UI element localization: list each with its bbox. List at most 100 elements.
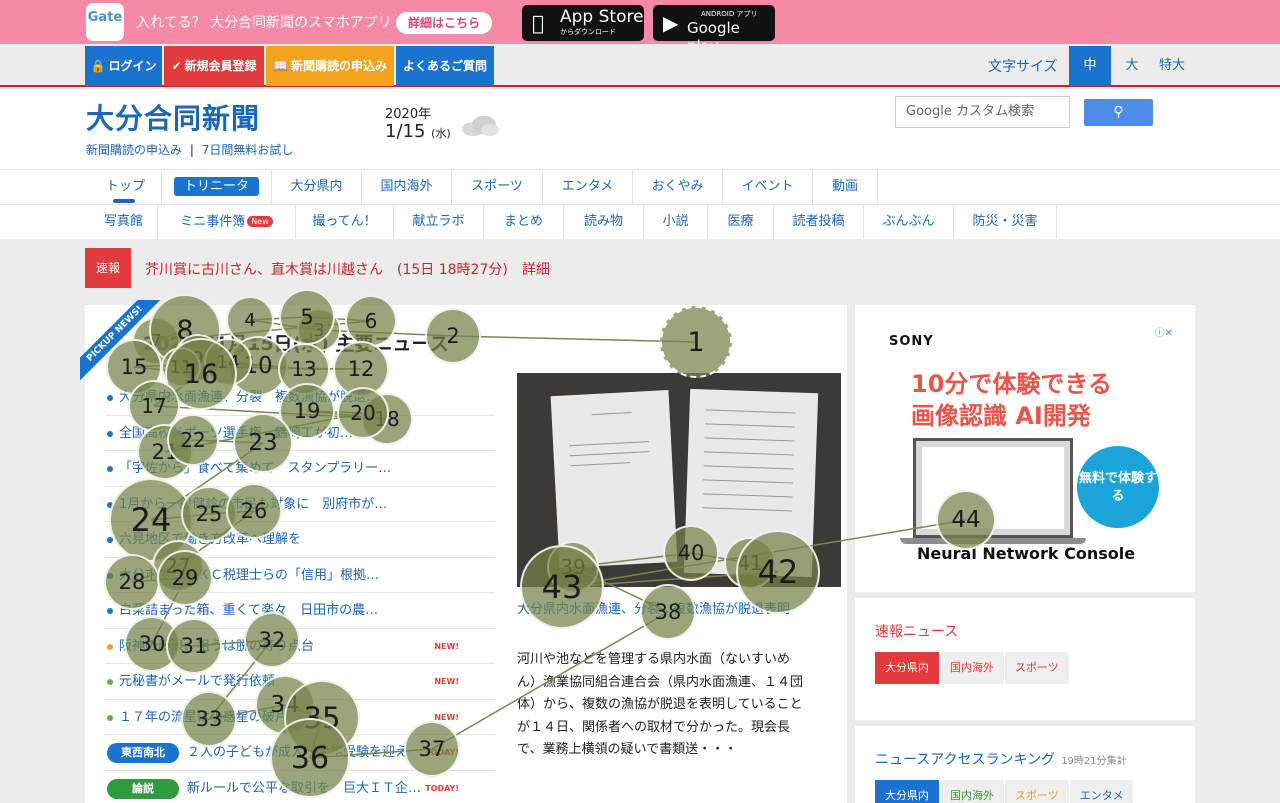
- advertisement: ⓘ✕ SONY 10分で体験できる 画像認識 AI開発 無料で体験する Neur…: [855, 305, 1195, 592]
- cat-reader-post[interactable]: 読者投稿: [774, 205, 864, 239]
- news-headline: 阪神の藤浪、狙うは脱の寿り点台: [119, 638, 315, 654]
- google-play-button[interactable]: ▶ ANDROID アプリ Google play: [653, 5, 775, 55]
- app-store-label: App Store: [560, 7, 644, 27]
- ad-cta-button[interactable]: 無料で体験する: [1077, 446, 1159, 528]
- app-banner: Gate 入れてる？ 大分合同新聞のスマホアプリ 詳細はこちら  App St…: [0, 0, 1280, 55]
- cat-domestic[interactable]: 国内海外: [362, 170, 452, 204]
- news-list-item[interactable]: 大分市で ＴＫＣ税理士らの「信用」根拠…: [105, 558, 495, 593]
- ad-headline-2: 画像認識 AI開発: [911, 402, 1091, 430]
- cat-oita[interactable]: 大分県内: [272, 170, 362, 204]
- font-size-large[interactable]: 大: [1111, 46, 1153, 86]
- site-logo[interactable]: 大分合同新聞: [86, 97, 260, 137]
- cat-disaster[interactable]: 防災・災害: [954, 205, 1057, 239]
- news-list-item[interactable]: 1月から一般健診の市民も対象に 別府市が…: [105, 487, 495, 522]
- pickup-news-panel: PICKUP NEWS! 2020年1月15日(水) 主要ニュース 大分県内水面…: [80, 300, 847, 803]
- breaking-news-box-title: 速報ニュース: [875, 624, 959, 640]
- tab-domestic[interactable]: 国内海外: [940, 652, 1004, 684]
- cat-entame[interactable]: エンタメ: [543, 170, 633, 204]
- search-button[interactable]: ⚲: [1084, 99, 1153, 126]
- cat-sports[interactable]: スポーツ: [452, 170, 543, 204]
- breaking-news-box: 速報ニュース 大分県内 国内海外 スポーツ: [855, 598, 1195, 720]
- breaking-detail-link[interactable]: 詳細: [522, 262, 550, 278]
- cat-matome[interactable]: まとめ: [484, 205, 564, 239]
- search-input[interactable]: Google カスタム検索: [895, 96, 1070, 128]
- book-icon: 📖: [273, 59, 288, 73]
- news-list-item[interactable]: 全国高校スポーツ選手権 鶴崎工が初…: [105, 416, 495, 451]
- gate-app-logo[interactable]: Gate: [86, 3, 124, 41]
- subscribe-link[interactable]: 新聞購読の申込み: [86, 143, 182, 157]
- news-list-item[interactable]: 東西南北 ２人の子どもが成人・大学受験を迎え TODAY!: [105, 735, 495, 771]
- news-list-item[interactable]: 六見地区で働き方改革へ理解を: [105, 522, 495, 558]
- ranking-tab-oita[interactable]: 大分県内: [875, 780, 939, 803]
- font-size-xlarge[interactable]: 特大: [1151, 46, 1193, 86]
- news-headline: ２人の子どもが成人・大学受験を迎え: [187, 745, 409, 760]
- breaking-news-bar: 速報 芥川賞に古川さん、直木賞は川越さん (15日 18時27分) 詳細: [85, 248, 1195, 288]
- photo-description: 河川や池などを管理する県内水面（ないすいめん）漁業協同組合連合会（県内水面漁連、…: [517, 652, 804, 757]
- date-day: 1/15 (水): [385, 121, 451, 142]
- date-year: 2020年: [385, 107, 432, 122]
- free-trial-link[interactable]: 7日間無料お試し: [202, 143, 294, 157]
- site-header: 大分合同新聞 新聞購読の申込み | 7日間無料お試し 2020年 1/15 (水…: [0, 89, 1280, 169]
- tab-oita[interactable]: 大分県内: [875, 652, 939, 684]
- adchoices-icon[interactable]: ⓘ✕: [1155, 324, 1173, 339]
- news-photo[interactable]: [517, 373, 841, 587]
- news-headline: 大分市で ＴＫＣ税理士らの「信用」根拠…: [119, 567, 380, 583]
- news-list-item[interactable]: 「宇佐から」食べて集めて スタンプラリー…: [105, 451, 495, 487]
- breaking-headline[interactable]: 芥川賞に古川さん、直木賞は川越さん (15日 18時27分) 詳細: [145, 259, 550, 279]
- document-right: [683, 388, 819, 578]
- subscribe-button[interactable]: 📖 新聞購読の申込み: [266, 46, 394, 86]
- cat-medical[interactable]: 医療: [708, 205, 774, 239]
- ad-brand: SONY: [889, 334, 934, 349]
- app-detail-button[interactable]: 詳細はこちら: [396, 12, 493, 34]
- new-mark: NEW!: [434, 677, 459, 686]
- login-label: ログイン: [108, 59, 157, 73]
- cat-event[interactable]: イベント: [723, 170, 813, 204]
- top-nav: 🔒 ログイン ✔ 新規会員登録 📖 新聞購読の申込み よくあるご質問 文字サイズ 中 …: [0, 44, 1280, 87]
- photo-caption[interactable]: 大分県内水面漁連、分裂 複数漁協が脱退表明: [517, 599, 817, 621]
- cat-bunbun[interactable]: ぶんぶん: [864, 205, 954, 239]
- cat-video[interactable]: 動画: [813, 170, 878, 204]
- app-store-button[interactable]:  App Store からダウンロード: [522, 5, 644, 41]
- google-play-icon: ▶: [663, 11, 679, 35]
- date-value: 1/15: [385, 121, 426, 142]
- ranking-tab-domestic[interactable]: 国内海外: [940, 780, 1004, 803]
- cat-kondate[interactable]: 献立ラボ: [394, 205, 484, 239]
- news-list-item[interactable]: 元秘書がメールで発行依頼 NEW!: [105, 664, 495, 700]
- register-button[interactable]: ✔ 新規会員登録: [164, 46, 264, 86]
- google-play-sublabel: ANDROID アプリ: [701, 10, 758, 18]
- news-list-item[interactable]: 阪神の藤浪、狙うは脱の寿り点台 NEW!: [105, 629, 495, 664]
- login-button[interactable]: 🔒 ログイン: [85, 46, 162, 86]
- subscribe-label: 新聞購読の申込み: [290, 59, 387, 73]
- news-list-item[interactable]: １７年の流星は小惑星の破片 NEW!: [105, 700, 495, 735]
- ranking-tab-sports[interactable]: スポーツ: [1005, 780, 1069, 803]
- cat-photo[interactable]: 写真館: [90, 205, 158, 239]
- ranking-tab-entame[interactable]: エンタメ: [1069, 780, 1134, 803]
- new-badge: New: [247, 216, 273, 227]
- link-separator: |: [189, 143, 194, 157]
- document-left: [550, 390, 678, 568]
- cat-yomimono[interactable]: 読み物: [564, 205, 644, 239]
- font-size-medium[interactable]: 中: [1069, 46, 1111, 86]
- news-headline: 白菜詰まった箱、重くて楽々 日田市の農…: [119, 603, 379, 618]
- news-list-item[interactable]: 白菜詰まった箱、重くて楽々 日田市の農…: [105, 593, 495, 629]
- news-list-item[interactable]: 論説 新ルールで公平な取引を 巨大ＩＴ企… TODAY!: [105, 771, 495, 803]
- cat-novel[interactable]: 小説: [644, 205, 708, 239]
- category-nav-primary: トップ トリニータ 大分県内 国内海外 スポーツ エンタメ おくやみ イベント …: [0, 169, 1280, 204]
- cat-mini-incident[interactable]: ミニ事件簿 New: [158, 205, 296, 239]
- column-tag: 論説: [107, 778, 179, 799]
- ranking-title: ニュースアクセスランキング: [875, 752, 1056, 768]
- cat-okuyami[interactable]: おくやみ: [633, 170, 723, 204]
- news-list-item[interactable]: 大分県内水面漁連、分裂 複数漁協が脱退…: [105, 380, 495, 416]
- tab-sports[interactable]: スポーツ: [1005, 652, 1069, 684]
- news-headline: 全国高校スポーツ選手権 鶴崎工が初…: [119, 425, 353, 441]
- sony-ad-banner[interactable]: ⓘ✕ SONY 10分で体験できる 画像認識 AI開発 無料で体験する Neur…: [875, 324, 1175, 574]
- ranking-tabs: 大分県内 国内海外 スポーツ エンタメ: [875, 780, 1134, 803]
- news-headline: 新ルールで公平な取引を 巨大ＩＴ企…: [187, 780, 422, 796]
- ad-headline-1: 10分で体験できる: [911, 370, 1112, 398]
- laptop-image: [913, 438, 1073, 538]
- cat-trinita-label: トリニータ: [173, 177, 259, 196]
- cat-trinita[interactable]: トリニータ: [162, 170, 272, 204]
- faq-button[interactable]: よくあるご質問: [396, 46, 494, 86]
- news-headline: 大分県内水面漁連、分裂 複数漁協が脱退…: [119, 390, 380, 405]
- cat-totten[interactable]: 撮ってん！: [296, 205, 394, 239]
